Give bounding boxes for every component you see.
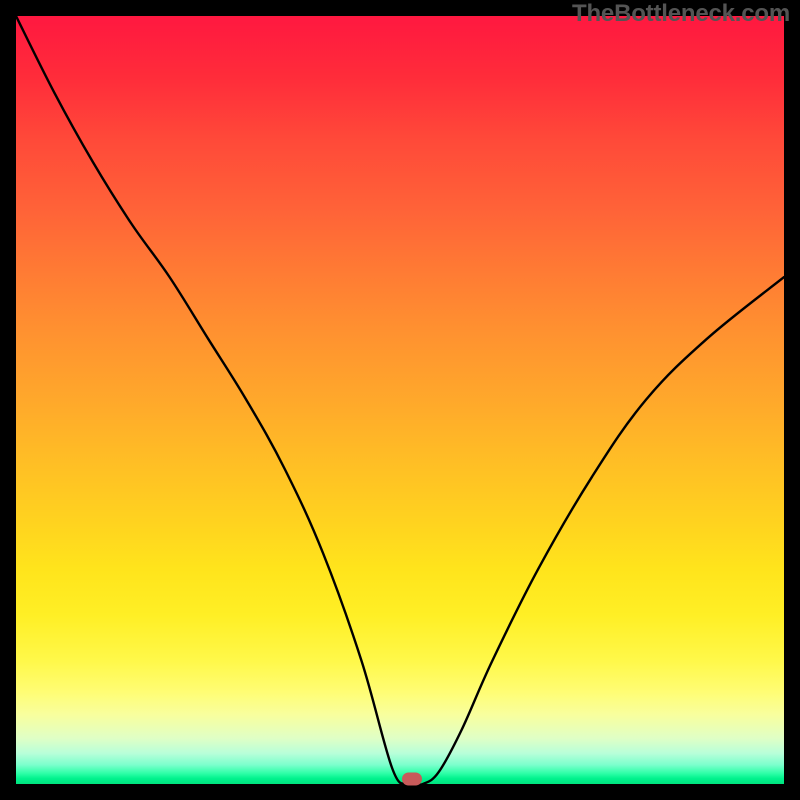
watermark-text: TheBottleneck.com bbox=[572, 0, 790, 28]
minimum-marker bbox=[402, 773, 422, 786]
plot-area bbox=[16, 16, 784, 784]
bottleneck-curve bbox=[16, 16, 784, 784]
